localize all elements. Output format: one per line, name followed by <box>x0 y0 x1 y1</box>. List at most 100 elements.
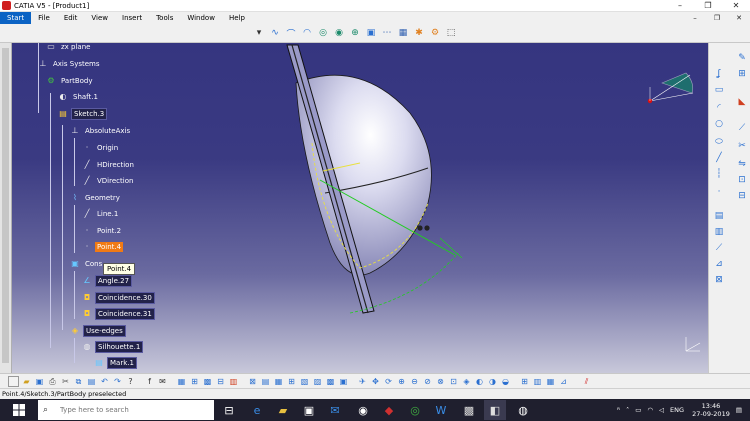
profile-icon[interactable]: ʆ <box>712 67 726 81</box>
cut-part-icon[interactable]: ▧ <box>299 376 310 387</box>
tree-node-coincidence-30[interactable]: ◘ Coincidence.30 <box>82 292 155 304</box>
pan-icon[interactable]: ✥ <box>370 376 381 387</box>
file-explorer-icon[interactable]: ▰ <box>272 400 294 420</box>
obs-icon[interactable]: ◍ <box>512 400 534 420</box>
tree-node-point-2[interactable]: · Point.2 <box>82 225 123 237</box>
comment-icon[interactable]: ✉ <box>157 376 168 387</box>
zoom-in-view-icon[interactable]: ⊕ <box>396 376 407 387</box>
menu-view[interactable]: View <box>84 12 115 24</box>
low-light-icon[interactable]: ▩ <box>325 376 336 387</box>
windows-start-button[interactable] <box>0 399 38 421</box>
menu-tools[interactable]: Tools <box>149 12 180 24</box>
zoom-out-icon[interactable]: ◉ <box>332 26 346 40</box>
diagnose-icon[interactable]: ⊞ <box>286 376 297 387</box>
mail-icon[interactable]: ✉ <box>324 400 346 420</box>
taskbar-search[interactable]: ⌕ <box>38 400 214 420</box>
app-red-icon[interactable]: ◆ <box>378 400 400 420</box>
catalog-icon[interactable]: ▩ <box>202 376 213 387</box>
hide-show-icon[interactable]: ◑ <box>487 376 498 387</box>
edit-multi-icon[interactable]: ⊿ <box>712 257 726 271</box>
clock[interactable]: 13:46 27-09-2019 <box>692 402 730 418</box>
tree-node-sketch[interactable]: ▤ Sketch.3 <box>58 108 108 120</box>
doc-minimize-button[interactable]: – <box>684 12 706 24</box>
point-tool-icon[interactable]: · <box>712 185 726 199</box>
menu-file[interactable]: File <box>31 12 57 24</box>
tree-node-constraints[interactable]: ▣ Cons <box>70 258 104 270</box>
zoom-in-icon[interactable]: ◎ <box>316 26 330 40</box>
tree-node-partbody[interactable]: ⚙ PartBody <box>46 75 95 87</box>
axis-tool-icon[interactable]: ┆ <box>712 167 726 181</box>
doc-restore-button[interactable]: ❐ <box>706 12 728 24</box>
menu-edit[interactable]: Edit <box>57 12 85 24</box>
animate-icon[interactable]: ⟋ <box>712 241 726 255</box>
store-icon[interactable]: ▣ <box>298 400 320 420</box>
conic-icon[interactable]: ⌒ <box>284 26 298 40</box>
grid-icon[interactable]: ▦ <box>396 26 410 40</box>
circle-icon[interactable]: ○ <box>712 117 726 131</box>
tree-node-point-4[interactable]: · Point.4 <box>82 241 124 253</box>
iso-view-icon[interactable]: ◈ <box>461 376 472 387</box>
tolerance-icon[interactable]: ⊞ <box>519 376 530 387</box>
chamfer-icon[interactable]: ⟋ <box>735 121 749 135</box>
tree-node-line-1[interactable]: ╱ Line.1 <box>82 208 120 220</box>
contact-icon[interactable]: ⊠ <box>712 273 726 287</box>
sketch-display-icon[interactable]: ▣ <box>338 376 349 387</box>
task-view-icon[interactable]: ⊟ <box>218 400 240 420</box>
construction-icon[interactable]: ✱ <box>412 26 426 40</box>
zoom-area-icon[interactable]: ⊘ <box>422 376 433 387</box>
close-button[interactable]: ✕ <box>722 0 750 12</box>
corner-icon[interactable]: ◣ <box>735 95 749 109</box>
arc-icon[interactable]: ◜ <box>712 101 726 115</box>
exit-workbench-icon[interactable]: ✎ <box>735 51 749 65</box>
media-player-icon[interactable]: ◉ <box>352 400 374 420</box>
fit-all-icon[interactable]: ⊕ <box>348 26 362 40</box>
print-icon[interactable]: ⎙ <box>47 376 58 387</box>
normal-view-icon[interactable]: ▣ <box>364 26 378 40</box>
tree-node-origin[interactable]: · Origin <box>82 142 120 154</box>
3d-grid-icon[interactable]: ▨ <box>312 376 323 387</box>
minimize-button[interactable]: – <box>666 0 694 12</box>
normal-view-bottom-icon[interactable]: ⊗ <box>435 376 446 387</box>
menu-start[interactable]: Start <box>0 12 32 24</box>
dimensional-constraint-icon[interactable]: ⬚ <box>444 26 458 40</box>
project-3d-icon[interactable]: ⊡ <box>735 173 749 187</box>
copy-icon[interactable]: ⧉ <box>73 376 84 387</box>
shading-icon[interactable]: ◐ <box>474 376 485 387</box>
layer-icon[interactable]: ▥ <box>228 376 239 387</box>
tree-node-axis-systems[interactable]: ⊥ Axis Systems <box>38 58 102 70</box>
table-icon[interactable]: ▦ <box>176 376 187 387</box>
analysis-icon[interactable]: ⊟ <box>215 376 226 387</box>
undo-icon[interactable]: ↶ <box>99 376 110 387</box>
tree-node-shaft[interactable]: ◐ Shaft.1 <box>58 91 100 103</box>
tree-node-vdirection[interactable]: ╱ VDirection <box>82 175 135 187</box>
rotate-icon[interactable]: ⟳ <box>383 376 394 387</box>
tree-node-geometry[interactable]: ⌇ Geometry <box>70 192 122 204</box>
spline-icon[interactable]: ∿ <box>268 26 282 40</box>
swap-visible-icon[interactable]: ◒ <box>500 376 511 387</box>
tree-node-angle-27[interactable]: ∠ Angle.27 <box>82 275 133 287</box>
menu-window[interactable]: Window <box>180 12 222 24</box>
menu-help[interactable]: Help <box>222 12 252 24</box>
sketch-solving-icon[interactable]: ▤ <box>260 376 271 387</box>
create-multi-view-icon[interactable]: ⊡ <box>448 376 459 387</box>
tree-node-hdirection[interactable]: ╱ HDirection <box>82 159 136 171</box>
save-icon[interactable]: ▣ <box>34 376 45 387</box>
mirror-icon[interactable]: ⇋ <box>735 157 749 171</box>
measure-icon[interactable]: ⊞ <box>189 376 200 387</box>
formula-icon[interactable]: f <box>144 376 155 387</box>
cutting-plane-icon[interactable]: ▥ <box>532 376 543 387</box>
language-indicator[interactable]: ENG <box>670 406 684 414</box>
tree-node-silhouette[interactable]: ◍ Silhouette.1 <box>82 341 144 353</box>
constraint-tool-icon[interactable]: ▤ <box>712 209 726 223</box>
notification-icon[interactable]: ▤ <box>736 406 742 414</box>
maximize-button[interactable]: ❐ <box>694 0 722 12</box>
tray-chevron-icon[interactable]: ˄ <box>626 406 629 414</box>
new-icon[interactable] <box>8 375 19 387</box>
doc-close-button[interactable]: ✕ <box>728 12 750 24</box>
word-icon[interactable]: W <box>430 400 452 420</box>
trim-icon[interactable]: ✂ <box>735 139 749 153</box>
help-icon[interactable]: ? <box>125 376 136 387</box>
network-icon[interactable]: ◠ <box>647 406 653 414</box>
chrome-icon[interactable]: ◎ <box>404 400 426 420</box>
rectangle-icon[interactable]: ▭ <box>712 83 726 97</box>
